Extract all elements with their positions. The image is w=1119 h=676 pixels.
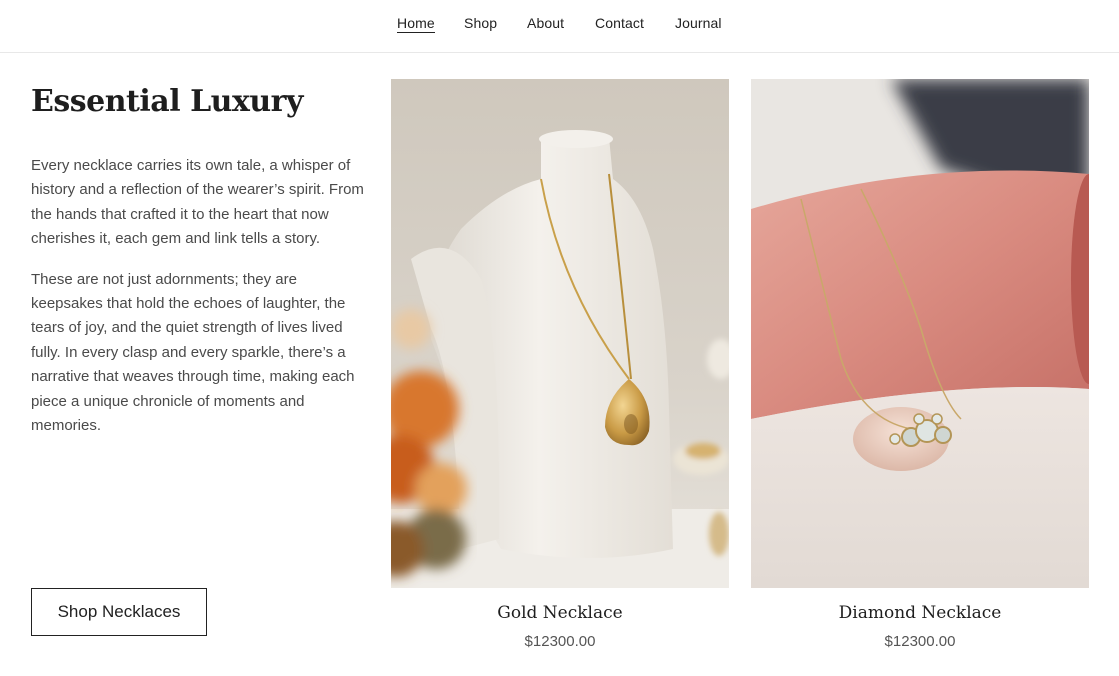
product-name[interactable]: Gold Necklace xyxy=(391,601,729,625)
intro-paragraph-1: Every necklace carries its own tale, a w… xyxy=(31,157,364,248)
product-card-diamond-necklace[interactable]: Diamond Necklace $12300.00 xyxy=(751,79,1089,652)
nav-item-shop[interactable]: Shop xyxy=(464,15,497,31)
nav-item-journal[interactable]: Journal xyxy=(675,15,722,31)
intro-section: Essential Luxury Every necklace carries … xyxy=(31,80,371,438)
product-name[interactable]: Diamond Necklace xyxy=(751,601,1089,625)
top-navigation: Home Shop About Contact Journal xyxy=(0,0,1119,53)
nav-item-contact[interactable]: Contact xyxy=(595,15,644,31)
page-title: Essential Luxury xyxy=(31,84,303,119)
nav-item-home[interactable]: Home xyxy=(397,15,435,33)
diamond-necklace-image[interactable] xyxy=(751,79,1089,588)
main-menu: Home Shop About Contact Journal xyxy=(0,15,1119,35)
gold-necklace-image[interactable] xyxy=(391,79,729,588)
product-price: $12300.00 xyxy=(524,633,596,650)
product-card-gold-necklace[interactable]: Gold Necklace $12300.00 xyxy=(391,79,729,652)
product-price: $12300.00 xyxy=(884,633,956,650)
shop-necklaces-button[interactable]: Shop Necklaces xyxy=(31,588,207,636)
nav-item-about[interactable]: About xyxy=(527,15,564,31)
intro-paragraph-2: These are not just adornments; they are … xyxy=(31,270,355,435)
